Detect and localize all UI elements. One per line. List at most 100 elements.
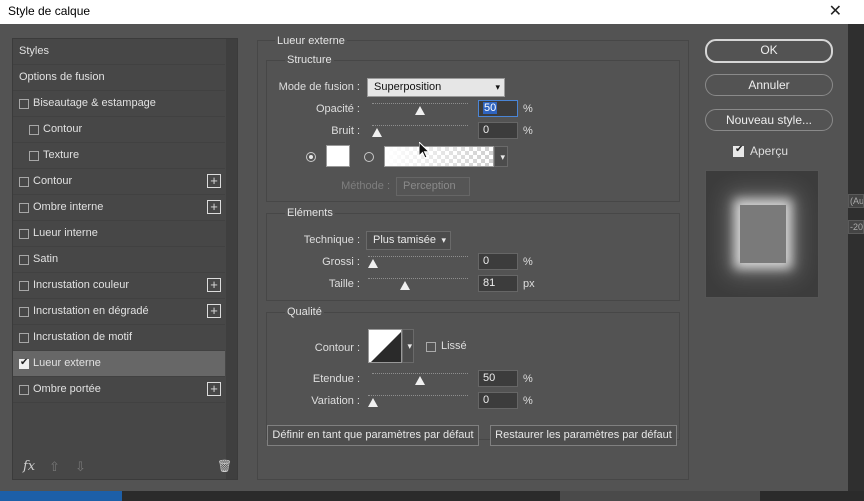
set-default-button[interactable]: Définir en tant que paramètres par défau… [267, 425, 479, 446]
size-input[interactable]: 81 [478, 275, 518, 292]
new-style-button[interactable]: Nouveau style... [705, 109, 833, 131]
style-item[interactable]: Ombre portée + [13, 377, 225, 403]
slider-thumb[interactable] [372, 128, 382, 137]
slider-thumb[interactable] [415, 106, 425, 115]
opacity-input[interactable]: 50 [478, 100, 518, 117]
style-item-label: Lueur interne [33, 227, 98, 239]
glow-gradient-preview[interactable] [384, 146, 494, 167]
jitter-label: Variation : [311, 395, 360, 407]
style-item[interactable]: Lueur interne [13, 221, 225, 247]
range-input[interactable]: 50 [478, 370, 518, 387]
style-item-label: Styles [19, 45, 49, 57]
style-item[interactable]: Satin [13, 247, 225, 273]
range-slider[interactable] [372, 371, 468, 387]
style-item[interactable]: ✔ Lueur externe [13, 351, 225, 377]
jitter-slider[interactable] [368, 393, 468, 409]
ok-button[interactable]: OK [705, 39, 833, 63]
style-item-checkbox[interactable] [19, 333, 29, 343]
opacity-value: 50 [483, 102, 498, 114]
style-item[interactable]: Texture [13, 143, 225, 169]
style-item[interactable]: Incrustation couleur + [13, 273, 225, 299]
spread-label: Grossi : [322, 256, 360, 268]
slider-thumb[interactable] [399, 281, 410, 290]
slider-track [368, 256, 468, 259]
blend-mode-dropdown[interactable]: Superposition ▾ [367, 78, 505, 97]
style-item-checkbox[interactable] [29, 151, 39, 161]
style-item-label: Texture [43, 149, 80, 161]
fx-icon[interactable]: fx [23, 459, 35, 474]
add-effect-icon[interactable]: + [207, 174, 221, 188]
style-item-label: Contour [43, 123, 83, 135]
background-taskbar [0, 491, 864, 501]
contour-label: Contour : [314, 342, 360, 354]
style-item-checkbox[interactable] [19, 177, 29, 187]
noise-unit: % [523, 125, 533, 137]
gradient-picker-button[interactable]: ▾ [494, 146, 508, 167]
cancel-button[interactable]: Annuler [705, 74, 833, 96]
style-item-checkbox[interactable] [19, 281, 29, 291]
range-unit: % [523, 373, 533, 385]
trash-icon[interactable]: 🗑 [217, 459, 232, 473]
style-item-checkbox[interactable] [19, 255, 29, 265]
chevron-down-icon: ▾ [407, 341, 412, 351]
close-icon[interactable]: ✕ [829, 1, 842, 21]
size-label: Taille : [328, 278, 360, 290]
styles-list-scrollbar[interactable] [226, 39, 237, 479]
glow-color-swatch[interactable] [326, 145, 350, 167]
slider-track [372, 125, 468, 128]
background-blue-region [0, 491, 122, 501]
slider-thumb[interactable] [368, 398, 378, 407]
jitter-input[interactable]: 0 [478, 392, 518, 409]
noise-label: Bruit : [331, 125, 360, 137]
method-dropdown[interactable]: Perception [396, 177, 470, 196]
noise-slider[interactable] [372, 123, 468, 139]
style-item[interactable]: Incrustation en dégradé + [13, 299, 225, 325]
noise-input[interactable]: 0 [478, 122, 518, 139]
method-value: Perception [403, 180, 456, 192]
checkmark-icon: ✔ [20, 357, 29, 368]
spread-input[interactable]: 0 [478, 253, 518, 270]
smooth-checkbox[interactable] [426, 342, 436, 352]
style-item-checkbox[interactable] [19, 99, 29, 109]
opacity-slider[interactable] [372, 101, 468, 117]
range-label: Etendue : [312, 373, 360, 385]
style-item-checkbox[interactable]: ✔ [19, 357, 29, 369]
add-effect-icon[interactable]: + [207, 304, 221, 318]
style-item[interactable]: Ombre interne + [13, 195, 225, 221]
style-item-checkbox[interactable] [19, 203, 29, 213]
contour-curve-icon [371, 332, 401, 362]
style-item[interactable]: Contour + [13, 169, 225, 195]
reset-default-button[interactable]: Restaurer les paramètres par défaut [490, 425, 677, 446]
preview-checkbox[interactable]: ✔ [733, 144, 744, 157]
style-item-checkbox[interactable] [19, 229, 29, 239]
window-title: Style de calque [8, 4, 91, 18]
style-item-checkbox[interactable] [29, 125, 39, 135]
add-effect-icon[interactable]: + [207, 278, 221, 292]
technique-dropdown[interactable]: Plus tamisée ▾ [366, 231, 451, 250]
styles-list-panel: Styles Options de fusion Biseautage & esta… [12, 38, 238, 480]
style-item[interactable]: Biseautage & estampage [13, 91, 225, 117]
style-item-checkbox[interactable] [19, 385, 29, 395]
style-item[interactable]: Incrustation de motif [13, 325, 225, 351]
add-effect-icon[interactable]: + [207, 382, 221, 396]
background-chip: (Au [848, 194, 864, 208]
slider-thumb[interactable] [415, 376, 425, 385]
chevron-down-icon: ▾ [495, 82, 500, 92]
move-down-icon[interactable]: ⇩ [75, 459, 86, 475]
chevron-down-icon: ▾ [441, 235, 446, 245]
style-item[interactable]: Options de fusion [13, 65, 225, 91]
contour-picker-button[interactable]: ▾ [402, 329, 414, 363]
color-radio[interactable] [306, 152, 316, 162]
spread-slider[interactable] [368, 254, 468, 270]
size-slider[interactable] [368, 276, 468, 292]
contour-preview[interactable] [368, 329, 402, 363]
style-item[interactable]: Styles [13, 39, 225, 65]
add-effect-icon[interactable]: + [207, 200, 221, 214]
technique-value: Plus tamisée [373, 234, 436, 246]
spread-unit: % [523, 256, 533, 268]
style-item-checkbox[interactable] [19, 307, 29, 317]
slider-thumb[interactable] [368, 259, 378, 268]
move-up-icon[interactable]: ⇧ [49, 459, 60, 475]
gradient-radio[interactable] [364, 152, 374, 162]
style-item[interactable]: Contour [13, 117, 225, 143]
